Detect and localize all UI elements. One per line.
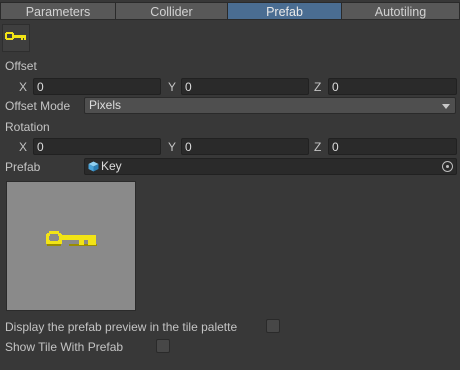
tab-prefab[interactable]: Prefab [228, 2, 342, 20]
tab-bar: Parameters Collider Prefab Autotiling [0, 2, 460, 21]
offset-z-field[interactable] [328, 78, 457, 95]
offset-label: Offset [5, 59, 37, 73]
show-tile-checkbox[interactable] [156, 339, 170, 353]
chevron-down-icon [442, 104, 450, 109]
rotation-z-field[interactable] [328, 138, 457, 155]
rotation-y-field[interactable] [181, 138, 309, 155]
rotation-x-field[interactable] [33, 138, 161, 155]
offset-z-axis-label: Z [314, 80, 322, 94]
offset-x-axis-label: X [19, 80, 28, 94]
rotation-z-axis-label: Z [314, 140, 322, 154]
offset-y-field[interactable] [181, 78, 309, 95]
object-picker-icon[interactable] [442, 161, 453, 172]
prefab-label: Prefab [5, 160, 41, 174]
display-preview-checkbox[interactable] [266, 319, 280, 333]
rotation-y-axis-label: Y [168, 140, 177, 154]
tab-autotiling[interactable]: Autotiling [342, 2, 460, 20]
key-icon [5, 32, 26, 40]
prefab-value: Key [101, 159, 122, 173]
prefab-object-field[interactable]: Key [84, 158, 457, 175]
tab-collider[interactable]: Collider [116, 2, 228, 20]
prefab-cube-icon [88, 161, 99, 172]
key-icon [46, 231, 97, 246]
offset-mode-dropdown[interactable]: Pixels [84, 97, 456, 114]
tile-thumbnail[interactable] [2, 24, 30, 52]
offset-mode-value: Pixels [89, 98, 122, 112]
offset-mode-label: Offset Mode [5, 99, 71, 113]
tab-parameters[interactable]: Parameters [0, 2, 116, 20]
offset-x-field[interactable] [33, 78, 161, 95]
offset-y-axis-label: Y [168, 80, 177, 94]
show-tile-label: Show Tile With Prefab [5, 340, 124, 354]
rotation-label: Rotation [5, 120, 50, 134]
rotation-x-axis-label: X [19, 140, 28, 154]
display-preview-label: Display the prefab preview in the tile p… [5, 320, 238, 334]
prefab-preview [6, 181, 136, 311]
